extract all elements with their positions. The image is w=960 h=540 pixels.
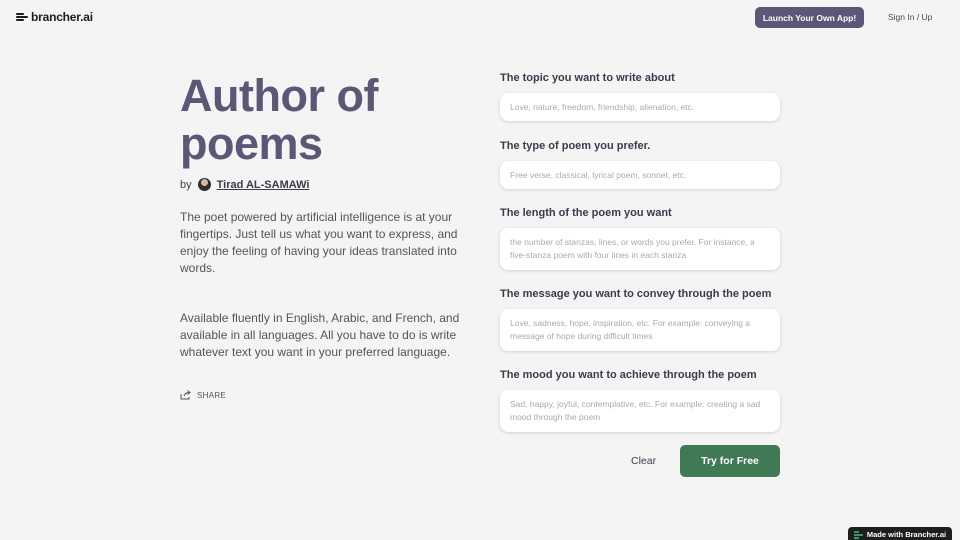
message-label: The message you want to convey through t… [500,288,772,300]
topic-label: The topic you want to write about [500,72,675,84]
brancher-badge-icon [853,530,863,539]
try-for-free-button[interactable]: Try for Free [680,445,780,477]
clear-button[interactable]: Clear [631,455,656,467]
description-2: Available fluently in English, Arabic, a… [180,311,460,359]
page-title: Author of poems [180,70,378,169]
brancher-logo-icon [16,11,28,23]
byline: by Tirad AL-SAMAWi [180,178,309,191]
length-label: The length of the poem you want [500,207,672,219]
author-link[interactable]: Tirad AL-SAMAWi [217,179,310,191]
brancher-logo[interactable]: brancher.ai [16,10,93,24]
share-icon [180,390,191,400]
poem-type-input[interactable]: Free verse, classical, lyrical poem, son… [500,161,780,189]
mood-input[interactable]: Sad, happy, joyful, contemplative, etc. … [500,390,780,432]
share-label: SHARE [197,390,227,400]
description-1: The poet powered by artificial intellige… [180,210,458,275]
share-button[interactable]: SHARE [180,390,226,400]
length-input[interactable]: the number of stanzas, lines, or words y… [500,228,780,270]
sign-in-link[interactable]: Sign In / Up [888,12,932,22]
made-with-label: Made with Brancher.ai [866,530,947,539]
logo-text: brancher.ai [31,10,93,24]
message-input[interactable]: Love, sadness, hope, inspiration, etc. F… [500,309,780,351]
launch-app-button[interactable]: Launch Your Own App! [755,7,864,28]
by-label: by [180,178,192,191]
poem-type-label: The type of poem you prefer. [500,140,651,152]
made-with-brancher-badge[interactable]: Made with Brancher.ai [848,527,952,540]
author-avatar [197,178,211,191]
topic-input[interactable]: Love, nature, freedom, friendship, alien… [500,93,780,121]
mood-label: The mood you want to achieve through the… [500,369,757,381]
